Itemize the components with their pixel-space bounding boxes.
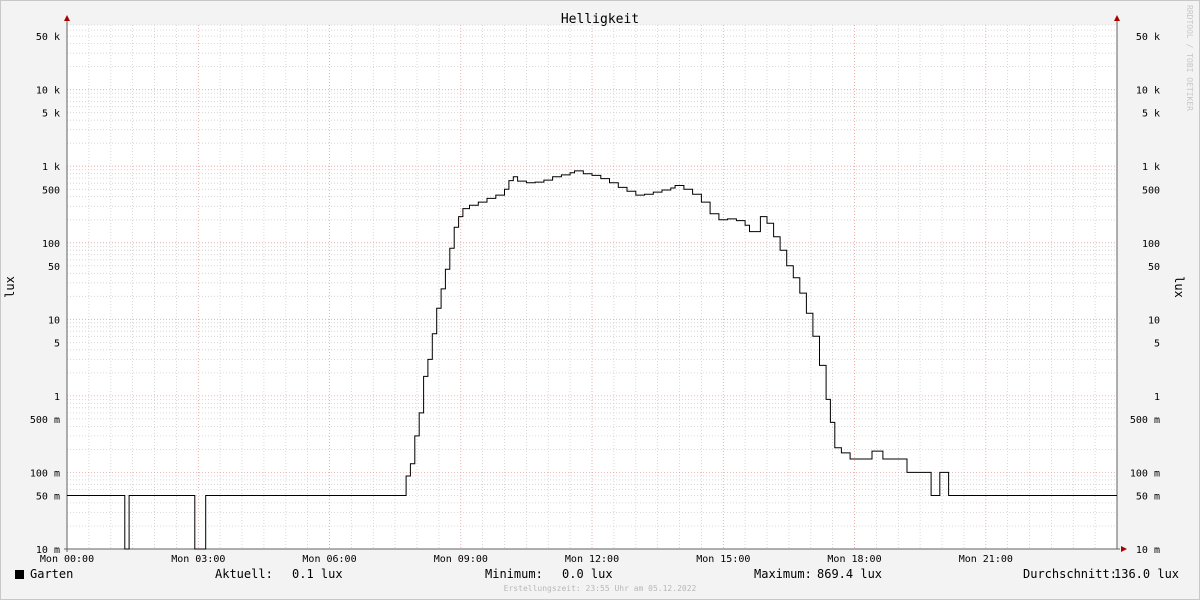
x-tick-label: Mon 18:00 (827, 554, 881, 565)
x-tick-label: Mon 09:00 (434, 554, 488, 565)
y-tick-label-right: 50 k (1136, 32, 1160, 43)
y-tick-label-left: 1 (54, 392, 60, 403)
y-tick-label-left: 5 k (42, 109, 60, 120)
rrdtool-watermark: RRDTOOL / TOBI OETIKER (1185, 5, 1194, 111)
y-tick-label-right: 5 (1154, 338, 1160, 349)
y-tick-label-right: 500 m (1130, 415, 1160, 426)
y-tick-label-right: 50 m (1136, 492, 1160, 503)
x-axis-ticks: Mon 00:00 Mon 03:00 Mon 06:00 Mon 09:00 Mon … (40, 554, 1013, 565)
y-tick-label-right: 1 (1154, 392, 1160, 403)
y-tick-label-right: 500 (1142, 185, 1160, 196)
y-tick-label-left: 5 (54, 338, 60, 349)
y-axis-left-ticks: 50 k 10 k 5 k 1 k 500 100 50 10 5 1 500 m 100 m 50 m… (30, 32, 60, 556)
y-tick-label-left: 500 m (30, 415, 60, 426)
x-tick-label: Mon 15:00 (696, 554, 750, 565)
y-tick-label-right: 10 m (1136, 545, 1160, 556)
y-tick-label-right: 100 (1142, 239, 1160, 250)
y-tick-label-right: 100 m (1130, 468, 1160, 479)
legend-swatch (15, 570, 24, 579)
legend-series-name: Garten (30, 567, 74, 581)
x-tick-label: Mon 12:00 (565, 554, 619, 565)
y-tick-label-left: 50 k (36, 32, 60, 43)
maximum-label: Maximum: (754, 567, 812, 581)
y-axis-label-left: lux (3, 276, 17, 298)
average-label: Durchschnitt: (1023, 567, 1117, 581)
brightness-chart: 50 k 10 k 5 k 1 k 500 100 50 10 5 1 500 m 100 m 50 m… (3, 5, 1194, 565)
y-tick-label-left: 10 k (36, 86, 60, 97)
y-tick-label-right: 50 (1148, 262, 1160, 273)
current-value: 0.1 lux (292, 567, 343, 581)
y-tick-label-right: 10 (1148, 315, 1160, 326)
creation-time-footer: Erstellungszeit: 23:55 Uhr am 05.12.2022 (503, 584, 697, 593)
y-tick-label-left: 50 (48, 262, 60, 273)
y-tick-label-right: 10 k (1136, 86, 1160, 97)
current-label: Aktuell: (215, 567, 273, 581)
x-tick-label: Mon 00:00 (40, 554, 94, 565)
x-axis-arrow (1121, 546, 1127, 552)
minimum-label: Minimum: (485, 567, 543, 581)
minimum-value: 0.0 lux (562, 567, 613, 581)
y-tick-label-right: 5 k (1142, 109, 1160, 120)
average-value: 136.0 lux (1114, 567, 1180, 581)
y-tick-label-left: 1 k (42, 162, 60, 173)
y-axis-right-ticks: 50 k 10 k 5 k 1 k 500 100 50 10 5 1 500 m 100 m 50 m… (1130, 32, 1160, 556)
y-axis-left-arrow (64, 15, 70, 21)
x-tick-label: Mon 21:00 (959, 554, 1013, 565)
y-tick-label-right: 1 k (1142, 162, 1160, 173)
y-tick-label-left: 100 m (30, 468, 60, 479)
chart-title: Helligkeit (561, 12, 639, 27)
y-tick-label-left: 50 m (36, 492, 60, 503)
x-tick-label: Mon 03:00 (171, 554, 225, 565)
y-axis-right-arrow (1114, 15, 1120, 21)
y-tick-label-left: 10 (48, 315, 60, 326)
y-tick-label-left: 100 (42, 239, 60, 250)
x-tick-label: Mon 06:00 (302, 554, 356, 565)
y-tick-label-left: 500 (42, 185, 60, 196)
y-axis-label-right: lux (1172, 276, 1186, 298)
maximum-value: 869.4 lux (817, 567, 883, 581)
